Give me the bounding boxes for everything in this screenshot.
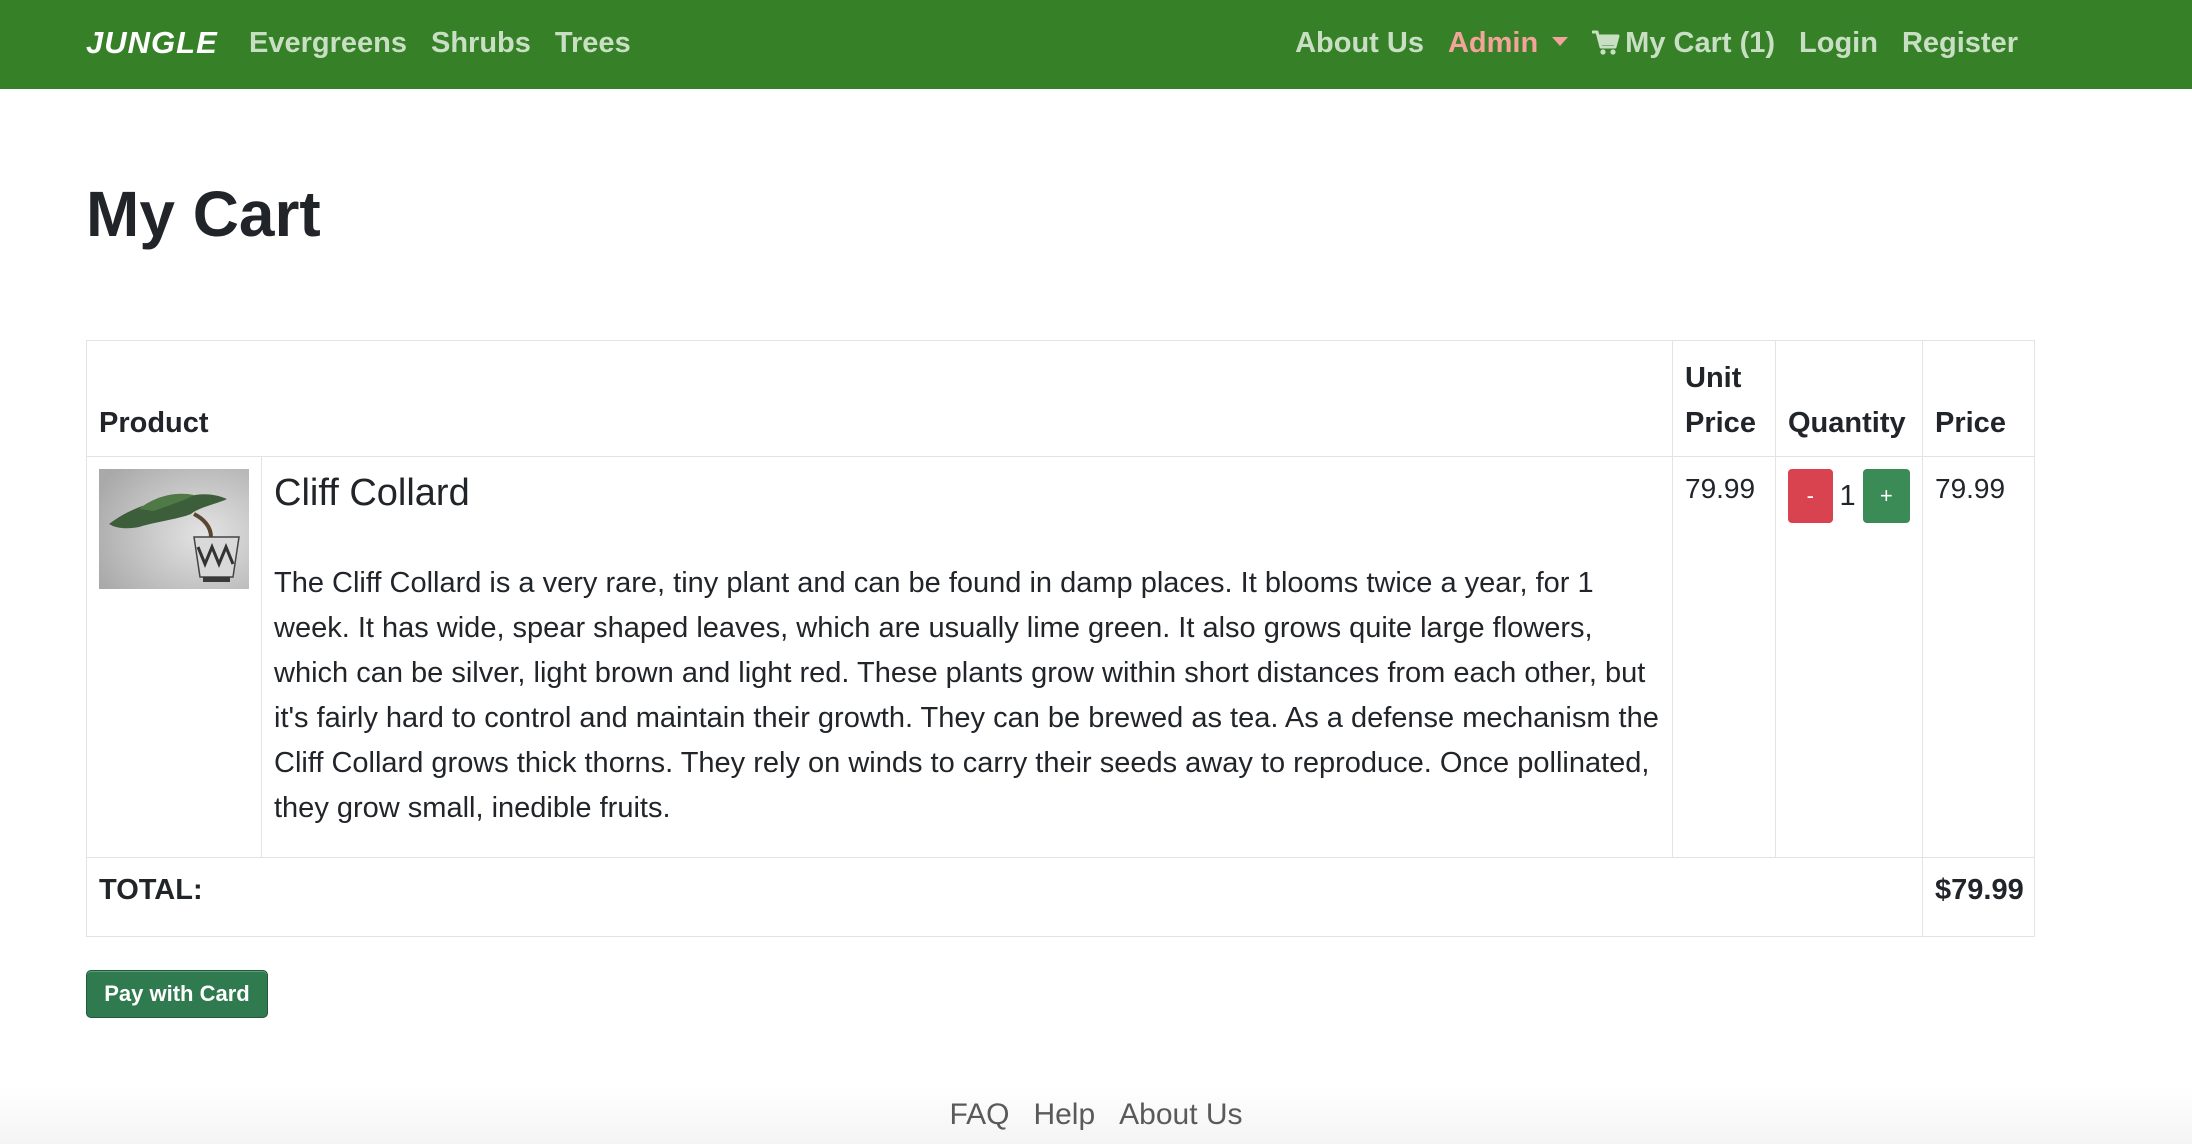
- caret-down-icon: [1552, 36, 1569, 46]
- nav-account: About Us Admin My Cart (1) Login Registe…: [1271, 24, 2018, 62]
- admin-label: Admin: [1447, 27, 1539, 59]
- total-row: TOTAL: $79.99: [86, 857, 2035, 937]
- nav-link-shrubs[interactable]: Shrubs: [431, 24, 531, 62]
- bonsai-plant-image: [99, 469, 249, 589]
- total-label: TOTAL:: [86, 857, 1923, 937]
- product-description: The Cliff Collard is a very rare, tiny p…: [274, 567, 1659, 824]
- page-title: My Cart: [86, 178, 321, 250]
- nav-link-trees[interactable]: Trees: [555, 24, 631, 62]
- table-row: Cliff Collard The Cliff Collard is a ver…: [86, 456, 2035, 858]
- cart-label: My Cart (1): [1625, 27, 1776, 59]
- table-header-row: Product Unit Price Quantity Price: [86, 340, 2035, 457]
- header-quantity: Quantity: [1775, 340, 1923, 457]
- nav-link-register[interactable]: Register: [1902, 24, 2018, 62]
- nav-link-about[interactable]: About Us: [1295, 24, 1424, 62]
- quantity-value: 1: [1839, 480, 1856, 512]
- footer-link-about[interactable]: About Us: [1119, 1095, 1242, 1135]
- quantity-cell: - 1 +: [1775, 456, 1923, 858]
- brand-logo[interactable]: JUNGLE: [86, 25, 218, 61]
- header-product: Product: [86, 340, 1673, 457]
- shopping-cart-icon: [1592, 30, 1620, 55]
- product-name: Cliff Collard: [274, 472, 470, 514]
- increment-quantity-button[interactable]: +: [1862, 469, 1910, 523]
- product-image-cell: [86, 456, 262, 858]
- nav-categories: Evergreens Shrubs Trees: [249, 24, 655, 62]
- decrement-quantity-button[interactable]: -: [1788, 469, 1833, 523]
- pay-with-card-button[interactable]: Pay with Card: [86, 970, 268, 1018]
- nav-link-login[interactable]: Login: [1799, 24, 1878, 62]
- header-unit-price: Unit Price: [1672, 340, 1776, 457]
- nav-link-cart[interactable]: My Cart (1): [1592, 24, 1775, 62]
- cart-table: Product Unit Price Quantity Price Cliff …: [86, 340, 2035, 937]
- unit-price-cell: 79.99: [1672, 456, 1776, 858]
- product-info-cell: Cliff Collard The Cliff Collard is a ver…: [261, 456, 1673, 858]
- header-price: Price: [1922, 340, 2035, 457]
- footer-link-help[interactable]: Help: [1033, 1095, 1095, 1135]
- admin-dropdown[interactable]: Admin: [1447, 24, 1569, 62]
- total-value: $79.99: [1922, 857, 2035, 937]
- footer-link-faq[interactable]: FAQ: [949, 1095, 1009, 1135]
- nav-link-evergreens[interactable]: Evergreens: [249, 24, 407, 62]
- top-navbar: JUNGLE Evergreens Shrubs Trees About Us …: [0, 0, 2192, 89]
- quantity-stepper: - 1 +: [1788, 469, 1910, 523]
- footer: FAQ Help About Us: [0, 1086, 2192, 1144]
- footer-links: FAQ Help About Us: [949, 1095, 1242, 1135]
- price-cell: 79.99: [1922, 456, 2035, 858]
